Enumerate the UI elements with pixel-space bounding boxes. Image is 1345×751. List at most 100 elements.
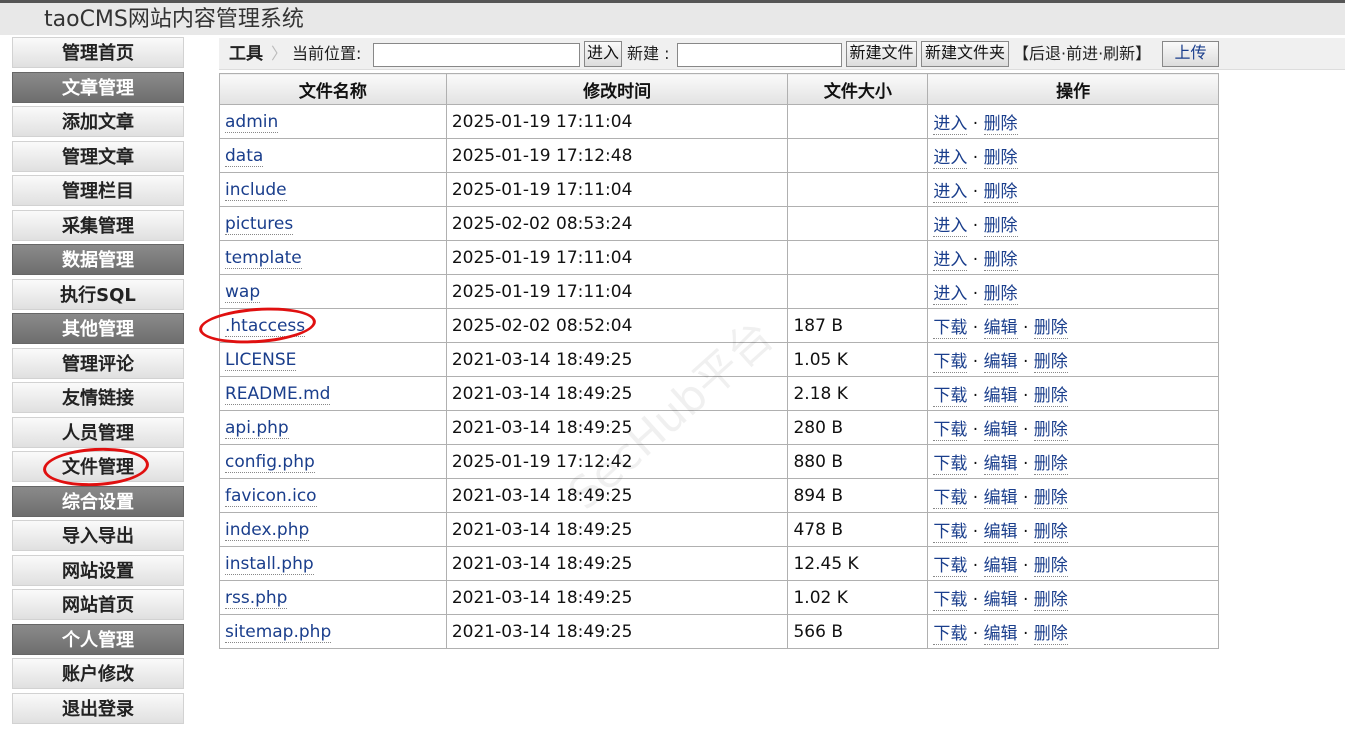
action-link[interactable]: 下载 [933,454,968,475]
file-name-link[interactable]: data [225,145,264,167]
action-link[interactable]: 删除 [983,148,1018,169]
action-link[interactable]: 下载 [933,522,968,543]
sidebar-item[interactable]: 添加文章 [12,106,184,137]
sidebar-item[interactable]: 执行SQL [12,278,184,310]
sidebar-nav: 管理首页 文章管理 添加文章 管理文章 管理栏目 采集管理 数据管理 执行SQL 其他管理 管理评… [12,37,184,727]
file-name-link[interactable]: rss.php [225,587,288,609]
action-link[interactable]: 删除 [1033,318,1068,339]
table-row: index.php 2021-03-14 18:49:25 478 B 下载 · 编辑… [219,512,1219,547]
sidebar-item[interactable]: 导入导出 [12,520,184,551]
file-name-link[interactable]: api.php [225,417,289,439]
action-link[interactable]: 下载 [933,624,968,645]
file-name-link[interactable]: favicon.ico [225,485,317,507]
action-link[interactable]: 下载 [933,488,968,509]
action-link[interactable]: 编辑 [983,488,1018,509]
action-link[interactable]: 删除 [1033,556,1068,577]
file-name-link[interactable]: sitemap.php [225,621,332,643]
action-link[interactable]: 删除 [983,284,1018,305]
action-link[interactable]: 进入 [933,148,968,169]
sidebar-item[interactable]: 管理文章 [12,140,184,172]
file-name-link[interactable]: template [225,247,302,269]
file-name-cell: config.php [219,444,447,479]
action-link[interactable]: 下载 [933,386,968,407]
action-link[interactable]: 删除 [1033,386,1068,407]
sidebar-item[interactable]: 网站首页 [12,589,184,620]
new-file-button[interactable]: 新建文件 [846,41,917,67]
action-link[interactable]: 进入 [933,250,968,271]
action-link[interactable]: 编辑 [983,386,1018,407]
file-name-link[interactable]: pictures [225,213,294,235]
modified-time-cell: 2021-03-14 18:49:25 [445,614,789,649]
file-size-cell: 187 B [787,308,929,343]
action-link[interactable]: 编辑 [983,590,1018,611]
new-folder-button[interactable]: 新建文件夹 [921,41,1009,67]
action-link[interactable]: 下载 [933,420,968,441]
action-link[interactable]: 删除 [1033,454,1068,475]
file-name-link[interactable]: .htaccess [225,315,306,337]
file-name-link[interactable]: include [225,179,287,201]
action-link[interactable]: 编辑 [983,454,1018,475]
sidebar-item[interactable]: 人员管理 [12,416,184,448]
file-name-link[interactable]: install.php [225,553,314,575]
sidebar-section-header: 个人管理 [12,623,184,655]
actions-cell: 下载 · 编辑 · 删除 [927,308,1219,343]
file-size-cell [787,206,929,241]
file-name-link[interactable]: index.php [225,519,310,541]
sidebar-item[interactable]: 网站设置 [12,554,184,586]
action-link[interactable]: 删除 [983,182,1018,203]
action-link[interactable]: 编辑 [983,352,1018,373]
column-header-name: 文件名称 [219,73,447,105]
upload-button[interactable]: 上传 [1162,41,1219,67]
current-location-input[interactable] [373,43,580,67]
sidebar-section-header: 综合设置 [12,485,184,517]
sidebar-item[interactable]: 账户修改 [12,658,184,689]
sidebar-item[interactable]: 文件管理 [12,451,184,482]
action-link[interactable]: 下载 [933,318,968,339]
action-link[interactable]: 删除 [1033,420,1068,441]
table-row: LICENSE 2021-03-14 18:49:25 1.05 K 下载 · 编辑 … [219,342,1219,377]
action-link[interactable]: 删除 [983,114,1018,135]
action-link[interactable]: 删除 [1033,488,1068,509]
file-name-link[interactable]: LICENSE [225,349,297,371]
action-link[interactable]: 删除 [983,216,1018,237]
action-link[interactable]: 进入 [933,284,968,305]
action-link[interactable]: 编辑 [983,522,1018,543]
action-link[interactable]: 下载 [933,352,968,373]
action-link[interactable]: 编辑 [983,420,1018,441]
action-link[interactable]: 编辑 [983,556,1018,577]
separator: · [967,318,984,338]
file-name-link[interactable]: config.php [225,451,315,473]
history-nav-links[interactable]: 【后退·前进·刷新】 [1013,38,1151,70]
action-link[interactable]: 删除 [1033,522,1068,543]
enter-button[interactable]: 进入 [584,41,622,67]
actions-cell: 下载 · 编辑 · 删除 [927,512,1219,547]
action-link[interactable]: 下载 [933,590,968,611]
action-link[interactable]: 编辑 [983,624,1018,645]
action-link[interactable]: 下载 [933,556,968,577]
file-name-link[interactable]: README.md [225,383,331,405]
action-link[interactable]: 删除 [983,250,1018,271]
sidebar-item[interactable]: 采集管理 [12,209,184,241]
separator: · [1017,386,1034,406]
sidebar-item[interactable]: 友情链接 [12,382,184,413]
action-link[interactable]: 进入 [933,216,968,237]
sidebar-item[interactable]: 退出登录 [12,692,184,724]
separator: · [967,522,984,542]
action-link[interactable]: 删除 [1033,624,1068,645]
sidebar-item[interactable]: 管理首页 [12,37,184,68]
action-link[interactable]: 进入 [933,182,968,203]
file-name-link[interactable]: admin [225,111,279,133]
action-link[interactable]: 编辑 [983,318,1018,339]
new-name-input[interactable] [677,43,842,67]
modified-time-cell: 2021-03-14 18:49:25 [445,580,789,615]
action-link[interactable]: 进入 [933,114,968,135]
file-size-cell: 894 B [787,478,929,513]
sidebar-item[interactable]: 管理评论 [12,347,184,379]
action-link[interactable]: 删除 [1033,590,1068,611]
new-label: 新建 : [627,44,670,63]
modified-time-cell: 2025-01-19 17:12:42 [445,444,789,479]
sidebar-item[interactable]: 管理栏目 [12,175,184,206]
table-row: wap 2025-01-19 17:11:04 进入 · 删除 [219,274,1219,309]
action-link[interactable]: 删除 [1033,352,1068,373]
file-name-link[interactable]: wap [225,281,261,303]
